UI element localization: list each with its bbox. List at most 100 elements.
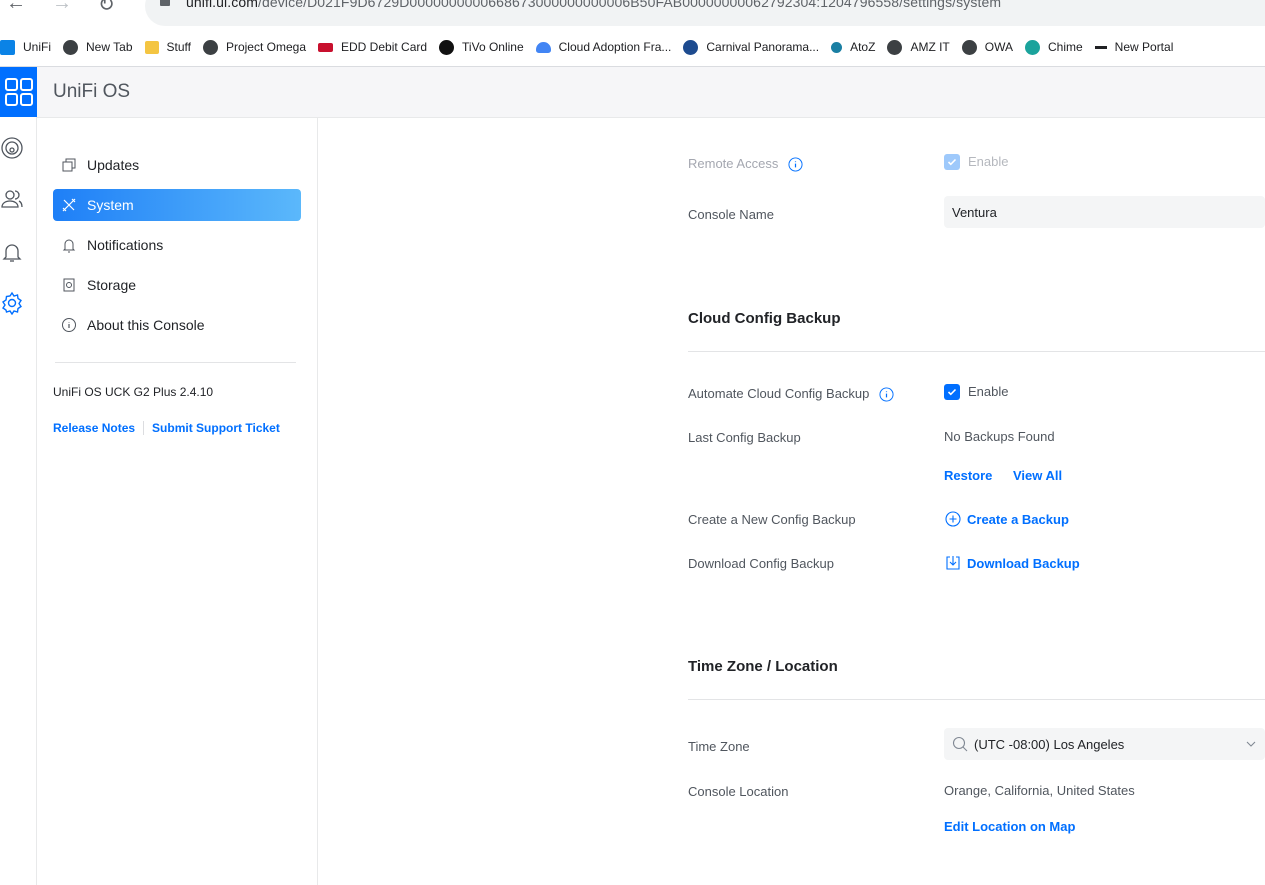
bell-icon: [61, 237, 77, 253]
chevron-down-icon: [1246, 741, 1256, 747]
remote-access-label: Remote Access: [688, 156, 803, 172]
automate-backup-label: Automate Cloud Config Backup: [688, 386, 894, 402]
console-version: UniFi OS UCK G2 Plus 2.4.10: [53, 385, 214, 399]
bookmark-label: New Tab: [86, 40, 133, 54]
location-label: Console Location: [688, 784, 789, 799]
sidebar-item-about[interactable]: About this Console: [53, 309, 301, 341]
updates-icon: [61, 157, 77, 173]
bookmark-atoz[interactable]: AtoZ: [831, 40, 875, 54]
bell-icon[interactable]: [0, 240, 24, 264]
card-icon: [318, 42, 334, 52]
bookmark-label: AtoZ: [850, 40, 876, 54]
sidebar-links: Release Notes Submit Support Ticket: [53, 421, 280, 435]
globe-icon: [961, 39, 977, 55]
last-backup-label: Last Config Backup: [688, 430, 801, 445]
timezone-value: (UTC -08:00) Los Angeles: [974, 736, 1125, 752]
bookmark-new-tab[interactable]: New Tab: [63, 39, 133, 55]
app-header: UniFi OS: [37, 67, 1265, 118]
timezone-label: Time Zone: [688, 739, 750, 754]
tivo-icon: [439, 39, 455, 55]
check-icon: [947, 388, 957, 396]
bookmark-stuff[interactable]: Stuff: [144, 40, 191, 54]
create-backup-text: Create a Backup: [967, 511, 1069, 527]
users-icon[interactable]: [0, 187, 24, 211]
sidebar-item-label: Storage: [87, 277, 137, 293]
sidebar-item-notifications[interactable]: Notifications: [53, 229, 301, 261]
atoz-icon: [831, 41, 843, 53]
sidebar-item-label: Notifications: [87, 237, 164, 253]
bookmark-new-portal[interactable]: New Portal: [1094, 40, 1173, 54]
chime-icon: [1024, 39, 1040, 55]
back-icon[interactable]: ←: [6, 0, 26, 15]
globe-icon: [887, 39, 903, 55]
bookmark-label: UniFi: [23, 40, 52, 54]
bookmark-project-omega[interactable]: Project Omega: [202, 39, 307, 55]
bookmarks-bar: UniFi New Tab Stuff Project Omega EDD De…: [0, 35, 1265, 59]
gear-icon[interactable]: [0, 291, 24, 315]
bookmark-tivo-online[interactable]: TiVo Online: [439, 39, 524, 55]
bookmark-owa[interactable]: OWA: [961, 39, 1013, 55]
bookmark-unifi[interactable]: UniFi: [0, 39, 52, 55]
sidebar-divider: [55, 362, 296, 363]
location-value: Orange, California, United States: [944, 783, 1135, 798]
url-host: unifi.ui.com: [186, 0, 259, 10]
sidebar-item-system[interactable]: System: [53, 189, 301, 221]
forward-icon[interactable]: →: [52, 0, 72, 15]
dashboard-icon[interactable]: [0, 136, 24, 160]
create-backup-button[interactable]: Create a Backup: [945, 511, 1069, 527]
sidebar-item-label: About this Console: [87, 317, 205, 333]
info-icon: [61, 317, 77, 333]
bookmark-label: Project Omega: [225, 40, 307, 54]
timezone-select[interactable]: (UTC -08:00) Los Angeles: [944, 728, 1265, 760]
section-divider: [688, 351, 1265, 352]
cloud-icon: [535, 41, 551, 53]
ship-icon: [683, 39, 699, 55]
grid-icon: [4, 78, 33, 106]
download-icon: [945, 555, 961, 571]
sidebar-item-updates[interactable]: Updates: [53, 149, 301, 181]
info-icon[interactable]: [788, 157, 803, 172]
bookmark-label: EDD Debit Card: [341, 40, 428, 54]
settings-sidebar: Updates System Notifications Storage Abo…: [37, 118, 318, 885]
bookmark-label: Cloud Adoption Fra...: [558, 40, 672, 54]
app-switcher-button[interactable]: [0, 67, 37, 117]
console-name-input[interactable]: Ventura: [944, 196, 1265, 228]
check-icon: [947, 158, 957, 166]
console-name-label: Console Name: [688, 207, 774, 222]
reload-icon[interactable]: ↻: [98, 0, 115, 17]
sidebar-item-label: System: [87, 197, 134, 213]
sidebar-item-storage[interactable]: Storage: [53, 269, 301, 301]
globe-icon: [63, 39, 79, 55]
bookmark-amz-it[interactable]: AMZ IT: [887, 39, 950, 55]
release-notes-link[interactable]: Release Notes: [53, 421, 135, 435]
bookmark-carnival-panorama[interactable]: Carnival Panorama...: [683, 39, 820, 55]
bookmark-edd-debit-card[interactable]: EDD Debit Card: [318, 40, 427, 54]
download-backup-text: Download Backup: [967, 555, 1080, 571]
bookmark-chime[interactable]: Chime: [1024, 39, 1083, 55]
support-ticket-link[interactable]: Submit Support Ticket: [152, 421, 280, 435]
view-all-link[interactable]: View All: [1013, 468, 1062, 483]
bookmark-label: OWA: [984, 40, 1013, 54]
bookmark-label: Carnival Panorama...: [706, 40, 820, 54]
create-backup-label: Create a New Config Backup: [688, 512, 856, 527]
cloud-backup-title: Cloud Config Backup: [688, 310, 841, 327]
storage-icon: [61, 277, 77, 293]
remote-access-label-text: Remote Access: [688, 156, 779, 171]
restore-link[interactable]: Restore: [944, 468, 992, 483]
info-icon[interactable]: [879, 387, 894, 402]
bookmark-cloud-adoption[interactable]: Cloud Adoption Fra...: [535, 40, 672, 54]
download-backup-label: Download Config Backup: [688, 556, 834, 571]
url-text[interactable]: unifi.ui.com/device/D021F9D6729D00000000…: [186, 0, 1001, 10]
app-title: UniFi OS: [53, 81, 131, 102]
app-rail: [0, 67, 37, 885]
automate-backup-checkbox[interactable]: [944, 384, 960, 400]
browser-toolbar: ← → ↻ unifi.ui.com/device/D021F9D6729D00…: [0, 0, 1265, 26]
link-divider: [143, 421, 145, 435]
bookmark-label: Stuff: [166, 40, 191, 54]
dash-icon: [1094, 45, 1107, 49]
remote-access-checkbox[interactable]: [944, 154, 960, 170]
bookmark-label: AMZ IT: [910, 40, 950, 54]
last-backup-value: No Backups Found: [944, 429, 1055, 444]
download-backup-button[interactable]: Download Backup: [945, 555, 1080, 571]
edit-location-link[interactable]: Edit Location on Map: [944, 819, 1075, 834]
